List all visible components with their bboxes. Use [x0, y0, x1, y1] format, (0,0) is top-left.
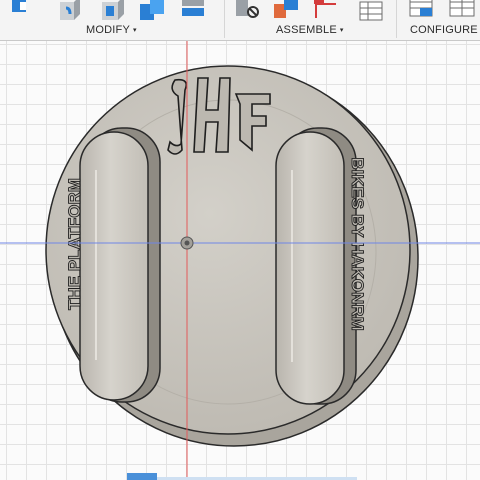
chevron-down-icon: ▾: [132, 27, 137, 34]
toolbar-divider: [224, 0, 225, 38]
modify-menu[interactable]: MODIFY ▾: [86, 24, 137, 36]
split-body-icon[interactable]: [180, 0, 210, 22]
origin-marker-icon: [180, 236, 194, 250]
toolbar: MODIFY▾ ASSEMBLE▾ CONFIGURE▾: [0, 0, 480, 41]
chevron-down-icon: ▾: [339, 27, 344, 34]
right-bar: [275, 127, 357, 405]
assemble-menu[interactable]: ASSEMBLE ▾: [276, 24, 344, 36]
modify-menu-label: MODIFY: [86, 24, 130, 36]
joint-icon[interactable]: [234, 0, 264, 22]
fillet-icon[interactable]: [56, 0, 84, 20]
as-built-joint-icon[interactable]: [272, 0, 302, 22]
right-embossed-text: BIKES BY HAKONRM: [348, 157, 367, 330]
press-pull-icon[interactable]: [8, 0, 34, 18]
assemble-menu-label: ASSEMBLE: [276, 24, 337, 36]
configure-menu[interactable]: CONFIGURE▾: [410, 24, 480, 36]
shell-icon[interactable]: [138, 0, 168, 22]
left-bar: [79, 127, 161, 403]
configure-table-icon[interactable]: [406, 0, 438, 22]
model-scene[interactable]: THE PLATFORM BIKES BY HAKONRM: [0, 41, 480, 480]
table-icon[interactable]: [356, 0, 388, 22]
chamfer-icon[interactable]: [98, 0, 126, 20]
canvas-viewport[interactable]: THE PLATFORM BIKES BY HAKONRM: [0, 41, 480, 480]
toolbar-divider: [396, 0, 397, 38]
configure-menu-label: CONFIGURE: [410, 24, 478, 36]
bottom-tab-indicator[interactable]: [127, 473, 157, 480]
joint-origin-icon[interactable]: [312, 0, 342, 22]
configure-rule-icon[interactable]: [446, 0, 480, 22]
left-embossed-text: THE PLATFORM: [65, 178, 84, 310]
